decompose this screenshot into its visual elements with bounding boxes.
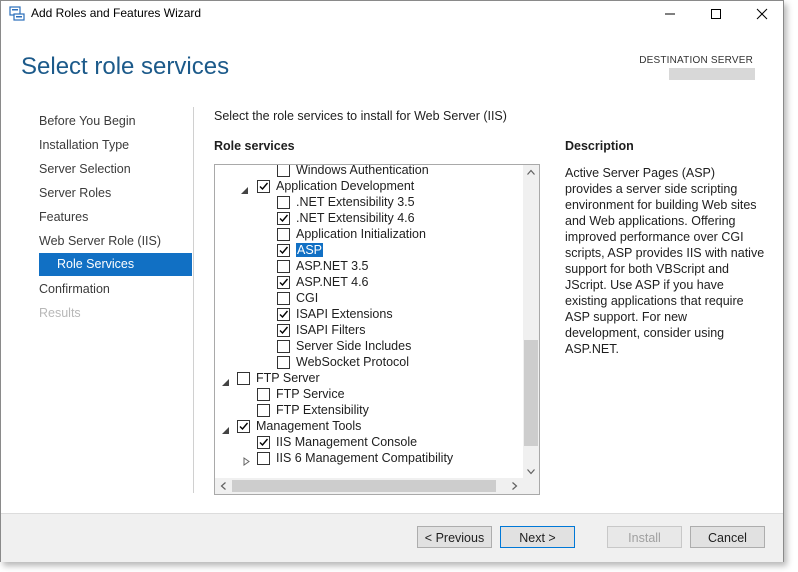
check-icon (259, 438, 269, 447)
checkbox[interactable] (277, 276, 290, 289)
close-button[interactable] (739, 1, 785, 27)
checkbox[interactable] (277, 324, 290, 337)
role-services-header: Role services (214, 139, 295, 153)
horizontal-scroll-thumb[interactable] (232, 480, 496, 492)
destination-server-value (669, 68, 755, 80)
scroll-right-icon[interactable] (512, 482, 518, 490)
vertical-scroll-thumb[interactable] (524, 340, 538, 446)
description-text: Active Server Pages (ASP) provides a ser… (565, 166, 765, 356)
checkbox[interactable] (277, 308, 290, 321)
check-icon (259, 182, 269, 191)
checkbox[interactable] (277, 292, 290, 305)
nav-item-installation-type[interactable]: Installation Type (39, 138, 129, 152)
check-icon (239, 422, 249, 431)
minimize-icon (665, 13, 675, 15)
check-icon (279, 246, 289, 255)
checkbox[interactable] (277, 356, 290, 369)
collapse-arrow-icon[interactable] (221, 424, 230, 434)
nav-item-before-you-begin[interactable]: Before You Begin (39, 114, 136, 128)
checkbox[interactable] (237, 372, 250, 385)
checkbox[interactable] (277, 340, 290, 353)
server-manager-icon (9, 6, 25, 21)
nav-item-role-services[interactable]: Role Services (39, 253, 192, 276)
vertical-scrollbar[interactable] (523, 165, 539, 479)
title-bar: Add Roles and Features Wizard (1, 1, 783, 27)
nav-item-server-selection[interactable]: Server Selection (39, 162, 131, 176)
checkbox[interactable] (257, 388, 270, 401)
scroll-down-icon[interactable] (527, 469, 535, 475)
check-icon (279, 326, 289, 335)
minimize-button[interactable] (647, 1, 693, 27)
checkbox[interactable] (257, 452, 270, 465)
nav-item-features[interactable]: Features (39, 210, 88, 224)
next-button[interactable]: Next > (500, 526, 575, 548)
checkbox[interactable] (237, 420, 250, 433)
check-icon (279, 278, 289, 287)
checkbox[interactable] (257, 404, 270, 417)
expand-arrow-icon[interactable] (242, 455, 251, 466)
instruction-text: Select the role services to install for … (214, 109, 507, 123)
description-header: Description (565, 139, 634, 153)
check-icon (279, 214, 289, 223)
scroll-left-icon[interactable] (220, 482, 226, 490)
scrollbar-corner (523, 478, 539, 494)
checkbox[interactable] (277, 212, 290, 225)
window-title: Add Roles and Features Wizard (31, 6, 202, 20)
checkbox[interactable] (257, 180, 270, 193)
checkbox[interactable] (277, 165, 290, 177)
maximize-icon (711, 9, 721, 19)
install-button: Install (607, 526, 682, 548)
footer-bar: < Previous Next > Install Cancel (1, 513, 783, 562)
nav-divider (193, 107, 194, 493)
nav-item-confirmation[interactable]: Confirmation (39, 282, 110, 296)
collapse-arrow-icon[interactable] (240, 184, 249, 194)
role-services-tree[interactable]: Windows Authentication Application Devel… (214, 164, 540, 495)
close-icon (756, 8, 768, 20)
checkbox[interactable] (277, 244, 290, 257)
nav-item-server-roles[interactable]: Server Roles (39, 186, 111, 200)
checkbox[interactable] (277, 228, 290, 241)
cancel-button[interactable]: Cancel (690, 526, 765, 548)
scroll-up-icon[interactable] (527, 169, 535, 175)
nav-item-label: Role Services (57, 257, 135, 271)
collapse-arrow-icon[interactable] (221, 376, 230, 386)
checkbox[interactable] (277, 196, 290, 209)
destination-server-label: DESTINATION SERVER (639, 55, 753, 66)
previous-button[interactable]: < Previous (417, 526, 492, 548)
page-title: Select role services (21, 53, 230, 80)
wizard-window: Add Roles and Features Wizard Select rol… (0, 0, 784, 562)
checkbox[interactable] (277, 260, 290, 273)
maximize-button[interactable] (693, 1, 739, 27)
horizontal-scrollbar[interactable] (215, 478, 523, 494)
nav-item-web-server-role[interactable]: Web Server Role (IIS) (39, 234, 161, 248)
nav-item-results: Results (39, 306, 81, 320)
checkbox[interactable] (257, 436, 270, 449)
check-icon (279, 310, 289, 319)
